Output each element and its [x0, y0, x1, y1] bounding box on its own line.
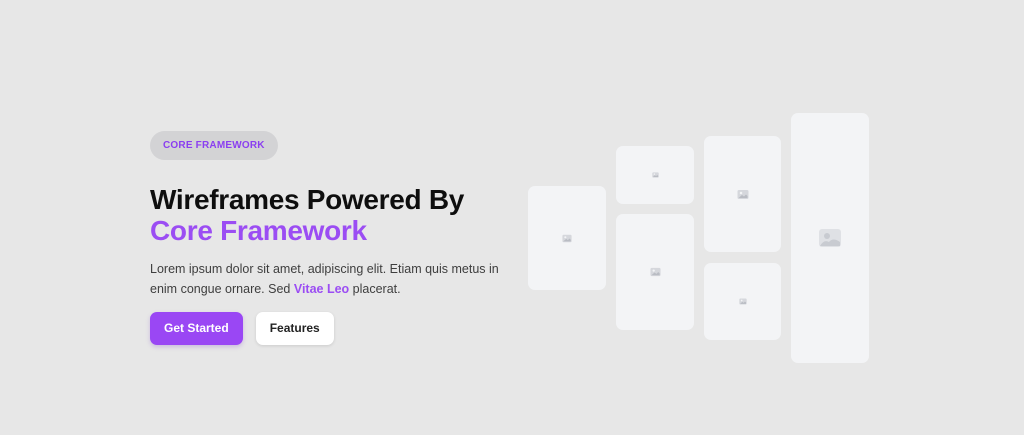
gallery-card: [791, 113, 869, 363]
hero-section: CORE FRAMEWORK Wireframes Powered By Cor…: [0, 0, 1024, 435]
image-placeholder-icon: [649, 267, 661, 277]
headline-line-2: Core Framework: [150, 215, 367, 246]
headline-line-1: Wireframes Powered By: [150, 184, 465, 215]
gallery-card: [704, 136, 781, 252]
gallery-card: [616, 214, 694, 330]
features-button[interactable]: Features: [255, 312, 334, 345]
gallery-card: [616, 146, 694, 204]
hero-description: Lorem ipsum dolor sit amet, adipiscing e…: [150, 259, 500, 299]
image-placeholder-icon: [562, 234, 572, 243]
hero-content: CORE FRAMEWORK Wireframes Powered By Cor…: [150, 131, 510, 345]
get-started-button[interactable]: Get Started: [150, 312, 243, 345]
description-highlight: Vitae Leo: [293, 282, 350, 296]
badge: CORE FRAMEWORK: [150, 131, 278, 160]
image-placeholder-icon: [737, 189, 749, 200]
description-text-2: placerat.: [349, 282, 401, 296]
image-placeholder-icon: [651, 172, 659, 178]
image-placeholder-icon: [818, 227, 842, 249]
gallery-card: [704, 263, 781, 340]
image-placeholder-icon: [738, 298, 747, 305]
page-title: Wireframes Powered By Core Framework: [150, 184, 510, 246]
gallery-card: [528, 186, 606, 290]
hero-actions: Get Started Features: [150, 312, 510, 345]
